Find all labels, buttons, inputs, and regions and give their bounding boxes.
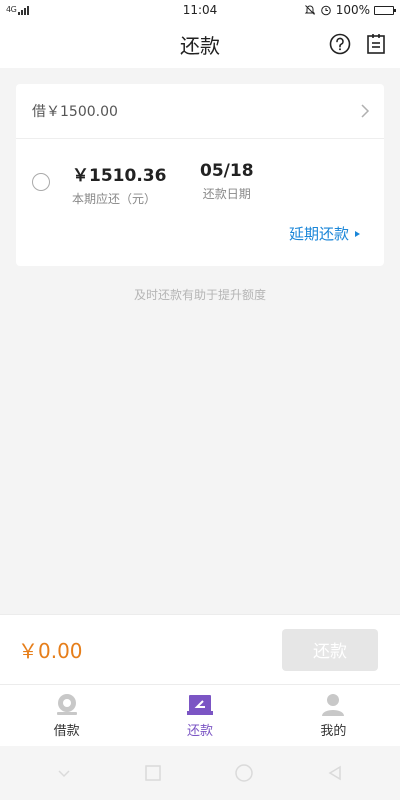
defer-label: 延期还款 bbox=[288, 225, 349, 243]
status-icons: 100% bbox=[274, 3, 396, 17]
tab-bar: 借款 还款 我的 bbox=[0, 684, 400, 747]
tab-borrow-label: 借款 bbox=[53, 724, 80, 739]
tab-borrow[interactable]: 借款 bbox=[0, 685, 133, 747]
borrow-icon bbox=[56, 694, 77, 715]
signal-icon bbox=[18, 5, 30, 15]
due-amount-caption: 本期应还（元） bbox=[72, 192, 157, 206]
tab-profile[interactable]: 我的 bbox=[267, 685, 400, 747]
credit-tip: 及时还款有助于提升额度 bbox=[133, 288, 266, 302]
amount-block: ￥1510.36 本期应还（元） bbox=[72, 161, 166, 207]
status-bar: 4G 11:04 100% bbox=[0, 0, 400, 20]
header-actions bbox=[328, 20, 388, 68]
loan-detail-row[interactable]: 借￥1500.00 bbox=[16, 84, 384, 139]
help-button[interactable] bbox=[328, 32, 352, 56]
help-icon bbox=[329, 33, 351, 55]
alarm-icon bbox=[320, 5, 331, 16]
chevron-right-icon bbox=[361, 104, 370, 118]
home-icon[interactable] bbox=[234, 763, 254, 783]
mute-icon bbox=[304, 5, 315, 15]
date-block: 05/18 还款日期 bbox=[200, 161, 254, 202]
app-header: 还款 bbox=[0, 20, 400, 68]
battery-icon bbox=[374, 5, 396, 15]
due-date-caption: 还款日期 bbox=[202, 187, 251, 201]
defer-repayment-link[interactable]: 延期还款 bbox=[289, 223, 360, 244]
system-nav-bar bbox=[0, 746, 400, 800]
page-title: 还款 bbox=[180, 33, 220, 58]
selected-total: ￥0.00 bbox=[18, 639, 83, 663]
pay-bar: ￥0.00 还款 bbox=[0, 614, 400, 684]
recents-icon[interactable] bbox=[144, 764, 162, 782]
clock: 11:04 bbox=[182, 3, 218, 17]
bill-row: ￥1510.36 本期应还（元） 05/18 还款日期 bbox=[16, 139, 384, 219]
tab-repay[interactable]: 还款 bbox=[133, 685, 266, 747]
due-date: 05/18 bbox=[200, 161, 254, 181]
battery-percent: 100% bbox=[335, 3, 370, 17]
chevron-down-icon[interactable] bbox=[56, 767, 72, 779]
network-type: 4G bbox=[6, 5, 17, 14]
profile-icon bbox=[322, 694, 345, 716]
bill-select-radio[interactable] bbox=[32, 173, 50, 191]
loan-amount-label: 借￥1500.00 bbox=[32, 104, 118, 120]
records-icon bbox=[367, 34, 385, 54]
tab-profile-label: 我的 bbox=[320, 724, 347, 739]
tab-repay-label: 还款 bbox=[186, 724, 213, 739]
due-amount: ￥1510.36 bbox=[72, 166, 167, 186]
signal-area: 4G bbox=[6, 5, 126, 15]
loan-card: 借￥1500.00 ￥1510.36 本期应还（元） 05/18 还款日期 延期… bbox=[16, 84, 384, 266]
repay-icon bbox=[186, 695, 213, 715]
back-icon[interactable] bbox=[326, 764, 344, 782]
repay-button[interactable]: 还款 bbox=[282, 628, 378, 671]
play-arrow-icon bbox=[355, 230, 360, 237]
records-button[interactable] bbox=[364, 32, 388, 56]
